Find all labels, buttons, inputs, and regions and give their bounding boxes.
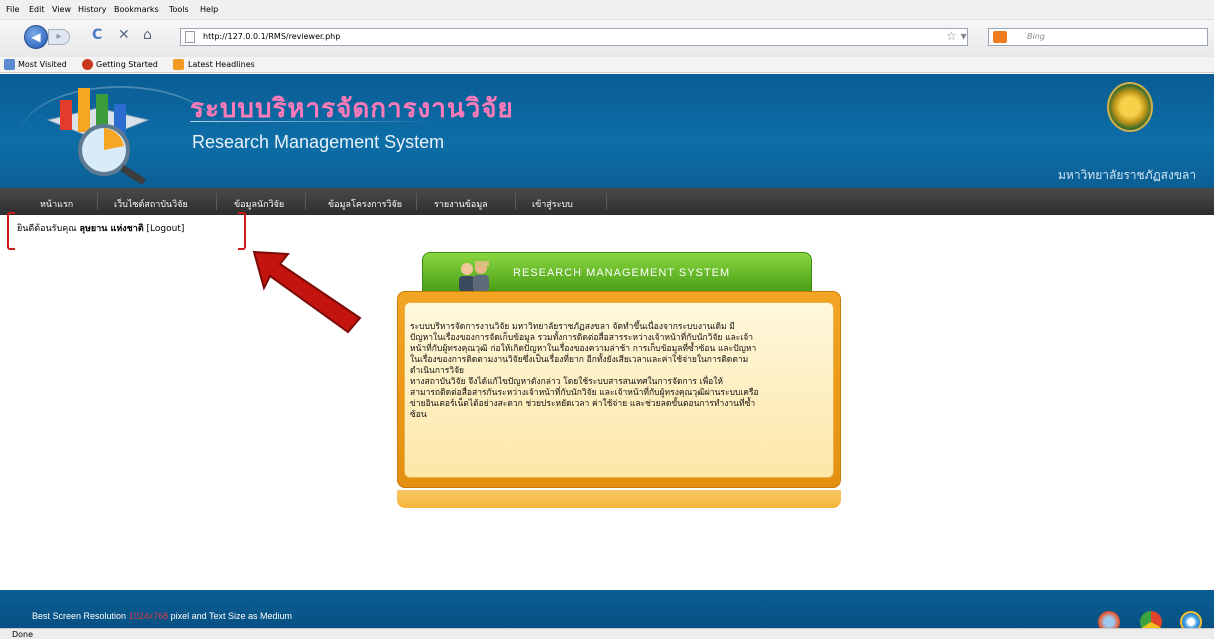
- most-visited-icon: [4, 59, 15, 70]
- nav-institute-website[interactable]: เว็บไซต์สถาบันวิจัย: [114, 197, 188, 211]
- back-button[interactable]: ◀: [24, 25, 48, 49]
- bookmark-latest-headlines[interactable]: Latest Headlines: [188, 60, 255, 69]
- search-box[interactable]: Bing: [988, 28, 1208, 46]
- people-icon: [459, 261, 489, 292]
- nav-separator: [416, 193, 417, 210]
- title-underline: [190, 121, 440, 122]
- nav-separator: [515, 193, 516, 210]
- browser-window: File Edit View History Bookmarks Tools H…: [0, 0, 1214, 639]
- chart-logo-icon: [46, 88, 150, 184]
- menu-file[interactable]: File: [6, 5, 19, 14]
- logout-link[interactable]: [Logout]: [147, 224, 185, 234]
- nav-separator: [97, 193, 98, 210]
- footer-before: Best Screen Resolution: [32, 611, 127, 621]
- search-engine-icon[interactable]: [993, 31, 1007, 43]
- footer-text: Best Screen Resolution 1024x768 pixel an…: [32, 611, 292, 621]
- menu-edit[interactable]: Edit: [29, 5, 45, 14]
- site-title-thai: ระบบบริหารจัดการงานวิจัย: [190, 94, 514, 124]
- site-nav-menu: หน้าแรก เว็บไซต์สถาบันวิจัย ข้อมูลนักวิจ…: [0, 188, 1214, 215]
- status-text: Done: [12, 630, 34, 639]
- nav-home[interactable]: หน้าแรก: [40, 197, 73, 211]
- browser-menu-bar: File Edit View History Bookmarks Tools H…: [0, 0, 1214, 20]
- footer-after: pixel and Text Size as Medium: [170, 611, 293, 621]
- bookmark-star-icon[interactable]: ☆ ▾: [946, 29, 967, 43]
- annotation-bracket-left: [7, 212, 15, 250]
- nav-separator: [305, 193, 306, 210]
- address-url: http://127.0.0.1/RMS/reviewer.php: [203, 32, 341, 41]
- site-header: ระบบบริหารจัดการงานวิจัย Research Manage…: [0, 74, 1214, 188]
- user-name: ลุษยาน แห่งชาติ: [79, 224, 144, 234]
- search-placeholder: Bing: [1027, 32, 1045, 41]
- menu-tools[interactable]: Tools: [169, 5, 189, 14]
- university-name: มหาวิทยาลัยราชภัฏสงขลา: [1058, 168, 1197, 182]
- panel-header: RESEARCH MANAGEMENT SYSTEM: [422, 252, 812, 292]
- reload-icon[interactable]: C: [92, 27, 102, 43]
- forward-button[interactable]: ▸: [48, 29, 70, 45]
- footer-resolution: 1024x768: [128, 611, 169, 621]
- welcome-message: ยินดีต้อนรับคุณ ลุษยาน แห่งชาติ [Logout]: [17, 221, 184, 235]
- home-icon[interactable]: ⌂: [143, 27, 152, 43]
- bookmark-most-visited[interactable]: Most Visited: [18, 60, 67, 69]
- site-title-english: Research Management System: [192, 132, 445, 152]
- menu-help[interactable]: Help: [200, 5, 218, 14]
- nav-reports[interactable]: รายงานข้อมูล: [434, 197, 488, 211]
- panel-footer: [397, 490, 841, 508]
- panel-body-text: ระบบบริหารจัดการงานวิจัย มหาวิทยาลัยราชภ…: [410, 322, 759, 420]
- site-footer: Best Screen Resolution 1024x768 pixel an…: [0, 590, 1214, 628]
- address-bar[interactable]: http://127.0.0.1/RMS/reviewer.php: [180, 28, 968, 46]
- annotation-arrow-icon: [252, 250, 362, 334]
- university-seal-icon: [1107, 82, 1153, 132]
- nav-separator: [216, 193, 217, 210]
- page-icon: [185, 31, 195, 43]
- panel-heading: RESEARCH MANAGEMENT SYSTEM: [513, 267, 731, 279]
- stop-icon[interactable]: ✕: [118, 27, 130, 43]
- nav-login[interactable]: เข้าสู่ระบบ: [532, 197, 573, 211]
- menu-history[interactable]: History: [78, 5, 106, 14]
- bookmarks-toolbar: Most Visited Getting Started Latest Head…: [0, 57, 1214, 73]
- menu-bookmarks[interactable]: Bookmarks: [114, 5, 159, 14]
- menu-view[interactable]: View: [52, 5, 71, 14]
- getting-started-icon: [82, 59, 93, 70]
- nav-project-info[interactable]: ข้อมูลโครงการวิจัย: [328, 197, 402, 211]
- nav-researcher-info[interactable]: ข้อมูลนักวิจัย: [234, 197, 284, 211]
- nav-separator: [606, 193, 607, 210]
- rss-icon: [173, 59, 184, 70]
- browser-status-bar: Done: [0, 628, 1214, 639]
- welcome-prefix: ยินดีต้อนรับคุณ: [17, 224, 77, 234]
- bookmark-getting-started[interactable]: Getting Started: [96, 60, 158, 69]
